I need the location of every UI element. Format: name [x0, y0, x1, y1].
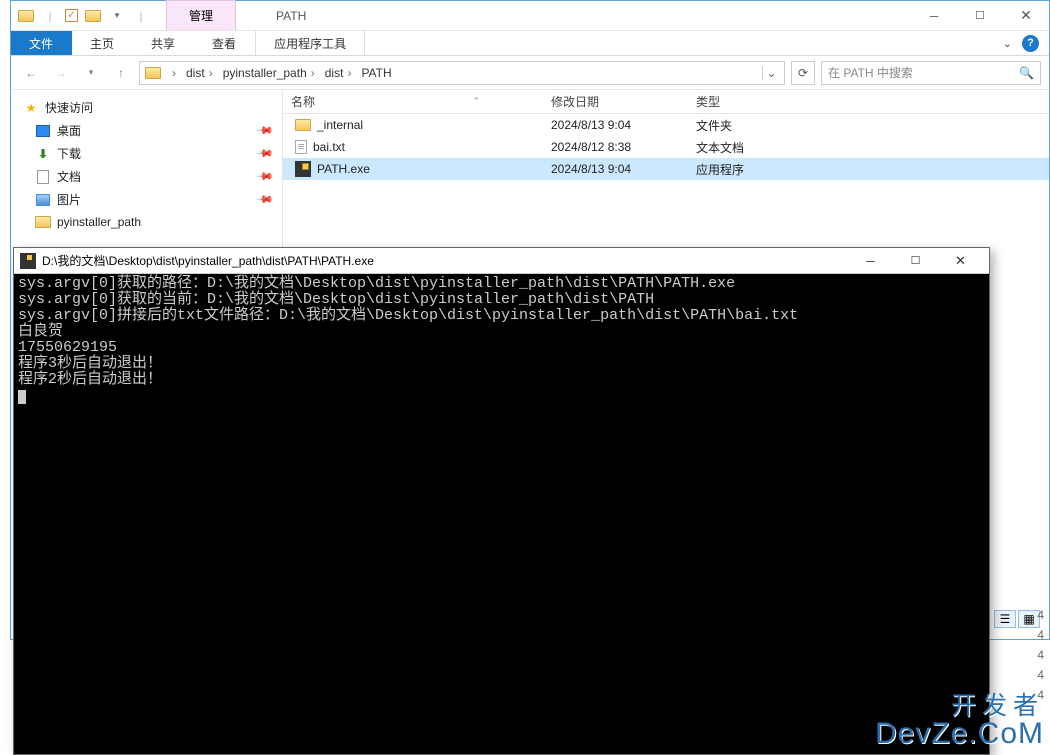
minimize-button[interactable]: ─	[911, 1, 957, 31]
contextual-tab[interactable]: 管理	[166, 0, 236, 30]
column-header-date[interactable]: 修改日期	[543, 93, 688, 110]
folder-icon[interactable]	[84, 7, 102, 25]
sidebar-item-folder[interactable]: pyinstaller_path	[11, 211, 282, 233]
contextual-tab-group: 管理	[166, 1, 236, 31]
quick-access-toolbar: | ✓ ▾ |	[11, 7, 156, 25]
console-titlebar: D:\我的文档\Desktop\dist\pyinstaller_path\di…	[14, 248, 989, 274]
folder-icon	[17, 7, 35, 25]
breadcrumb-sep[interactable]: ›	[164, 66, 180, 80]
breadcrumb-item[interactable]: pyinstaller_path›	[219, 66, 319, 80]
pin-icon: 📌	[256, 121, 275, 140]
text-file-icon	[295, 140, 307, 154]
ribbon-tab-share[interactable]: 共享	[133, 31, 194, 55]
watermark: 开发者 DevZe.CoM	[875, 694, 1044, 749]
file-date: 2024/8/13 9:04	[543, 118, 688, 132]
file-type: 文件夹	[688, 117, 808, 134]
column-header-type[interactable]: 类型	[688, 93, 808, 110]
exe-icon	[295, 161, 311, 177]
console-title-text: D:\我的文档\Desktop\dist\pyinstaller_path\di…	[42, 252, 374, 269]
pin-icon: 📌	[256, 190, 275, 209]
sidebar-item-downloads[interactable]: ⬇ 下载 📌	[11, 142, 282, 165]
file-name: _internal	[317, 118, 363, 132]
search-placeholder: 在 PATH 中搜索	[828, 64, 913, 81]
file-row[interactable]: _internal 2024/8/13 9:04文件夹	[283, 114, 1049, 136]
address-bar: ← → ▾ ↑ › dist› pyinstaller_path› dist› …	[11, 56, 1049, 90]
file-type: 应用程序	[688, 161, 808, 178]
breadcrumb-item[interactable]: dist›	[321, 66, 356, 80]
watermark-zh: 开发者	[951, 694, 1044, 719]
sidebar-label: 文档	[57, 168, 81, 185]
search-input[interactable]: 在 PATH 中搜索 🔍	[821, 61, 1041, 85]
ribbon-tabs: 文件 主页 共享 查看 应用程序工具 ⌄ ?	[11, 31, 1049, 56]
back-button[interactable]: ←	[19, 61, 43, 85]
pictures-icon	[35, 192, 51, 208]
up-button[interactable]: ↑	[109, 61, 133, 85]
file-name: bai.txt	[313, 140, 345, 154]
recent-dropdown[interactable]: ▾	[79, 61, 103, 85]
file-type: 文本文档	[688, 139, 808, 156]
pin-icon: 📌	[256, 167, 275, 186]
ribbon-tab-view[interactable]: 查看	[194, 31, 255, 55]
watermark-en: DevZe.CoM	[875, 719, 1044, 749]
maximize-button[interactable]: ☐	[893, 248, 938, 274]
sidebar-label: 图片	[57, 191, 81, 208]
search-icon[interactable]: 🔍	[1019, 66, 1034, 80]
sidebar-quick-access[interactable]: ★ 快速访问	[11, 96, 282, 119]
downloads-icon: ⬇	[35, 146, 51, 162]
sidebar-label: pyinstaller_path	[57, 215, 141, 229]
exe-icon	[20, 253, 36, 269]
sidebar-item-documents[interactable]: 文档 📌	[11, 165, 282, 188]
titlebar: | ✓ ▾ | 管理 PATH ─ ☐ ✕	[11, 1, 1049, 31]
folder-icon	[35, 214, 51, 230]
breadcrumb-item[interactable]: PATH	[357, 66, 395, 80]
close-button[interactable]: ✕	[938, 248, 983, 274]
desktop-icon	[35, 123, 51, 139]
pin-icon: 📌	[256, 144, 275, 163]
breadcrumb-item[interactable]: dist›	[182, 66, 217, 80]
refresh-button[interactable]: ⟳	[791, 61, 815, 85]
folder-icon	[295, 119, 311, 131]
window-title: PATH	[276, 9, 306, 23]
ribbon-tab-home[interactable]: 主页	[72, 31, 133, 55]
file-date: 2024/8/13 9:04	[543, 162, 688, 176]
file-name: PATH.exe	[317, 162, 370, 176]
column-headers: 名称⌃ 修改日期 类型	[283, 90, 1049, 114]
console-window: D:\我的文档\Desktop\dist\pyinstaller_path\di…	[13, 247, 990, 755]
sidebar-label: 桌面	[57, 122, 81, 139]
ribbon-collapse-icon[interactable]: ⌄	[1003, 37, 1012, 50]
sidebar-item-desktop[interactable]: 桌面 📌	[11, 119, 282, 142]
sidebar-label: 下载	[57, 145, 81, 162]
details-view-icon[interactable]: ☰	[994, 610, 1016, 628]
breadcrumb-dropdown-icon[interactable]: ⌄	[762, 66, 780, 80]
forward-button[interactable]: →	[49, 61, 73, 85]
documents-icon	[35, 169, 51, 185]
folder-icon	[144, 64, 162, 82]
star-icon: ★	[23, 100, 39, 116]
checkbox-icon[interactable]: ✓	[65, 9, 78, 22]
file-date: 2024/8/12 8:38	[543, 140, 688, 154]
ribbon-tab-file[interactable]: 文件	[11, 31, 72, 55]
ribbon-tab-apptools[interactable]: 应用程序工具	[255, 31, 365, 55]
console-output[interactable]: sys.argv[0]获取的路径：D:\我的文档\Desktop\dist\py…	[14, 274, 989, 754]
file-row[interactable]: bai.txt 2024/8/12 8:38文本文档	[283, 136, 1049, 158]
sidebar-label: 快速访问	[45, 99, 93, 116]
maximize-button[interactable]: ☐	[957, 1, 1003, 31]
sidebar-item-pictures[interactable]: 图片 📌	[11, 188, 282, 211]
qat-separator: |	[132, 7, 150, 25]
qat-dropdown-icon[interactable]: ▾	[108, 7, 126, 25]
file-row[interactable]: PATH.exe 2024/8/13 9:04应用程序	[283, 158, 1049, 180]
close-button[interactable]: ✕	[1003, 1, 1049, 31]
column-header-name[interactable]: 名称⌃	[283, 93, 543, 110]
help-icon[interactable]: ?	[1022, 35, 1039, 52]
minimize-button[interactable]: ─	[848, 248, 893, 274]
qat-separator: |	[41, 7, 59, 25]
breadcrumb[interactable]: › dist› pyinstaller_path› dist› PATH ⌄	[139, 61, 785, 85]
